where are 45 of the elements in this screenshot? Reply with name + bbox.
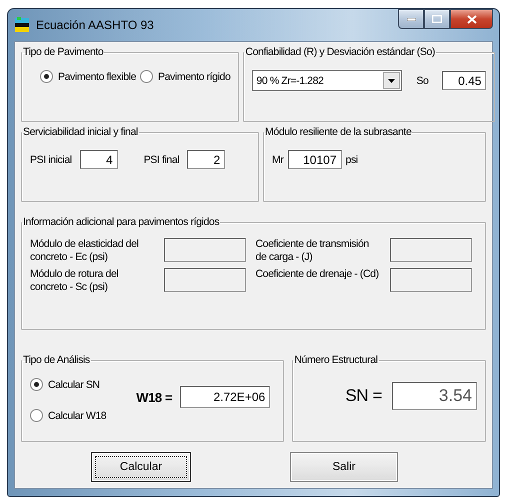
radio-button[interactable]: Calcular SN: [30, 378, 106, 391]
field-label: W18 =: [136, 390, 172, 404]
window-title: Ecuación AASHTO 93: [36, 18, 154, 32]
field-label: PSI final: [144, 154, 180, 166]
radio-button[interactable]: Pavimento rígido: [140, 70, 230, 83]
group-title: Confiabilidad (R) y Desviación estándar (So): [244, 46, 436, 58]
field-label: Mr: [272, 154, 284, 166]
caret-icon: [388, 78, 396, 82]
dropdown[interactable]: 90 % Zr=-1.282: [252, 70, 402, 91]
field-label: Coeficiente de transmisión de carga - (J): [256, 238, 370, 264]
radio-icon[interactable]: [30, 378, 43, 391]
group-title: Serviciabilidad inicial y final: [22, 126, 139, 138]
field-label: Módulo de elasticidad del concreto - Ec (psi): [30, 238, 140, 264]
minimize-icon: [406, 18, 416, 20]
group-title: Tipo de Pavimento: [22, 46, 104, 58]
app-icon: [14, 17, 30, 33]
input-field[interactable]: 2: [187, 150, 226, 169]
dialog-button[interactable]: Salir: [290, 452, 398, 482]
minimize-button[interactable]: [398, 9, 424, 29]
radio-icon[interactable]: [40, 70, 53, 83]
input-field[interactable]: 0.45: [442, 71, 486, 90]
input-field[interactable]: 10107: [288, 150, 342, 169]
field-label: PSI inicial: [30, 154, 72, 166]
dialog-button[interactable]: Calcular: [91, 452, 191, 482]
input-field[interactable]: 4: [80, 150, 118, 169]
unit-label: psi: [346, 154, 358, 166]
input-field[interactable]: 2.72E+06: [180, 386, 270, 408]
dropdown-button[interactable]: [383, 72, 400, 89]
field-label: SN =: [345, 386, 382, 406]
group-title: Tipo de Análisis: [22, 354, 91, 366]
output-field[interactable]: 3.54: [392, 382, 477, 410]
radio-icon[interactable]: [30, 409, 43, 422]
radio-icon[interactable]: [140, 70, 154, 83]
field-label: Módulo de rotura del concreto - Sc (psi): [30, 268, 120, 294]
radio-button[interactable]: Calcular W18: [30, 409, 106, 422]
field-label: Coeficiente de drenaje - (Cd): [256, 268, 380, 281]
field-label: So: [416, 74, 428, 86]
close-button[interactable]: [450, 9, 493, 29]
group-title: Número Estructural: [293, 354, 379, 366]
radio-button[interactable]: Pavimento flexible: [40, 70, 136, 83]
group-title: Módulo resiliente de la subrasante: [264, 126, 412, 138]
maximize-button[interactable]: [424, 9, 450, 29]
group-title: Información adicional para pavimentos rígidos: [22, 216, 220, 228]
close-icon: [466, 14, 476, 24]
maximize-icon: [432, 15, 442, 23]
